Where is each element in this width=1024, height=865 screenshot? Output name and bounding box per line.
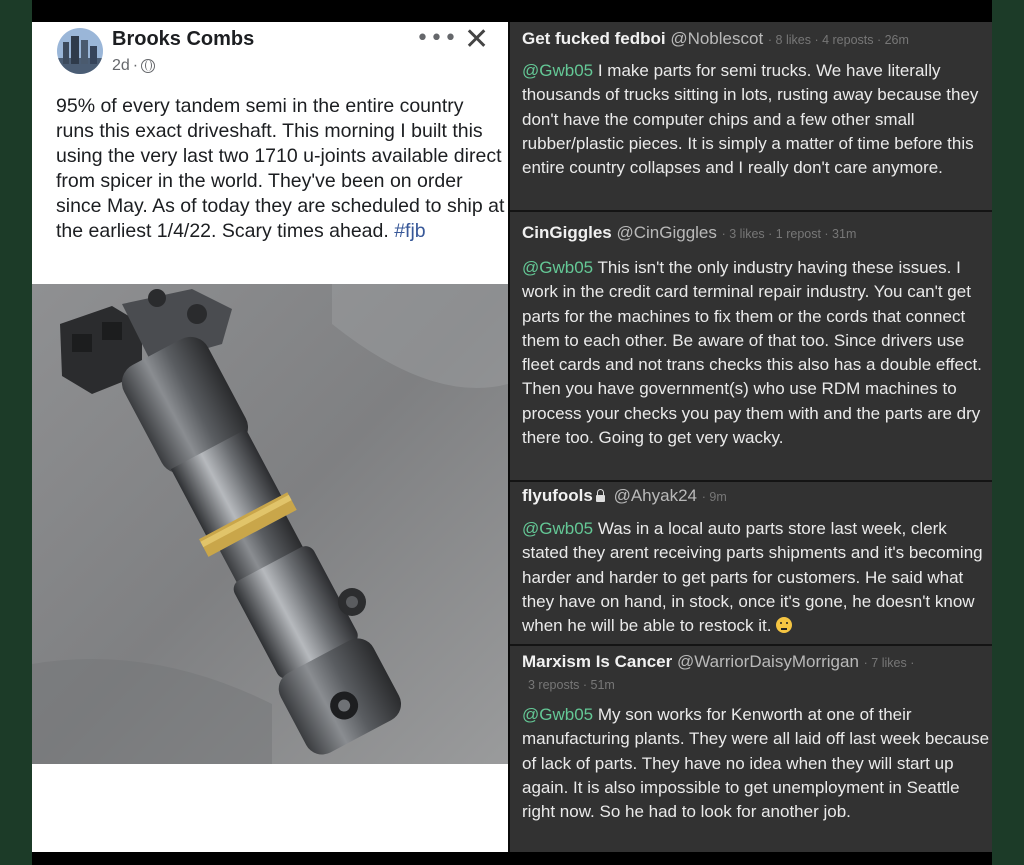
comment-text: @Gwb05 Was in a local auto parts store l… [522,517,992,638]
avatar[interactable] [57,28,103,74]
comment-item: Get fucked fedboi @Noblescot · 8 likes ·… [510,22,992,210]
comment-item: flyufools @Ahyak24 · 9m @Gwb05 Was in a … [510,482,992,644]
comment-body: My son works for Kenworth at one of thei… [522,705,990,822]
post-body: 95% of every tandem semi in the entire c… [56,95,505,242]
mention-link[interactable]: @Gwb05 [522,258,593,277]
lock-icon [595,489,605,502]
driveshaft-photo [32,284,508,764]
photo-border [32,764,508,852]
comment-header: Marxism Is Cancer @WarriorDaisyMorrigan … [522,651,914,674]
post-time[interactable]: 2d [112,57,130,75]
comment-item: CinGiggles @CinGiggles · 3 likes · 1 rep… [510,212,992,480]
neutral-face-emoji-icon [776,617,793,634]
mention-link[interactable]: @Gwb05 [522,61,593,80]
commenter-name[interactable]: Get fucked fedboi [522,29,666,48]
commenter-name[interactable]: CinGiggles [522,223,612,242]
comment-meta-continued: 3 reposts · 51m [528,678,615,692]
facebook-post: Brooks Combs 2d · ••• ✕ 95% of every tan… [32,22,508,284]
bottom-border [32,852,992,865]
close-icon[interactable]: ✕ [464,22,489,57]
author-name[interactable]: Brooks Combs [112,28,254,51]
commenter-name[interactable]: Marxism Is Cancer [522,652,672,671]
hashtag-link[interactable]: #fjb [394,220,425,242]
commenter-handle[interactable]: @WarriorDaisyMorrigan [677,652,859,671]
comment-meta: · 7 likes · [863,656,915,670]
comment-text: @Gwb05 My son works for Kenworth at one … [522,703,992,824]
commenter-handle[interactable]: @CinGiggles [616,223,716,242]
comment-header: Get fucked fedboi @Noblescot · 8 likes ·… [522,28,909,51]
ellipsis-icon[interactable]: ••• [416,26,458,51]
post-text: 95% of every tandem semi in the entire c… [56,94,506,244]
meta-separator: · [132,57,139,74]
commenter-handle[interactable]: @Noblescot [670,29,763,48]
comment-body: This isn't the only industry having thes… [522,258,982,448]
commenter-name[interactable]: flyufools [522,486,593,505]
comment-meta: · 3 likes · 1 repost · 31m [721,227,857,241]
comment-text: @Gwb05 I make parts for semi trucks. We … [522,59,992,180]
comment-header: CinGiggles @CinGiggles · 3 likes · 1 rep… [522,222,856,245]
mention-link[interactable]: @Gwb05 [522,705,593,724]
comment-item: Marxism Is Cancer @WarriorDaisyMorrigan … [510,646,992,852]
comment-meta: · 8 likes · 4 reposts · 26m [767,33,909,47]
comment-text: @Gwb05 This isn't the only industry havi… [522,256,992,450]
globe-icon [141,59,156,73]
mention-link[interactable]: @Gwb05 [522,519,593,538]
comment-meta: · 9m [701,490,727,504]
post-meta: 2d · [112,57,156,75]
comment-header: flyufools @Ahyak24 · 9m [522,485,727,508]
top-border [32,0,992,22]
commenter-handle[interactable]: @Ahyak24 [614,486,697,505]
